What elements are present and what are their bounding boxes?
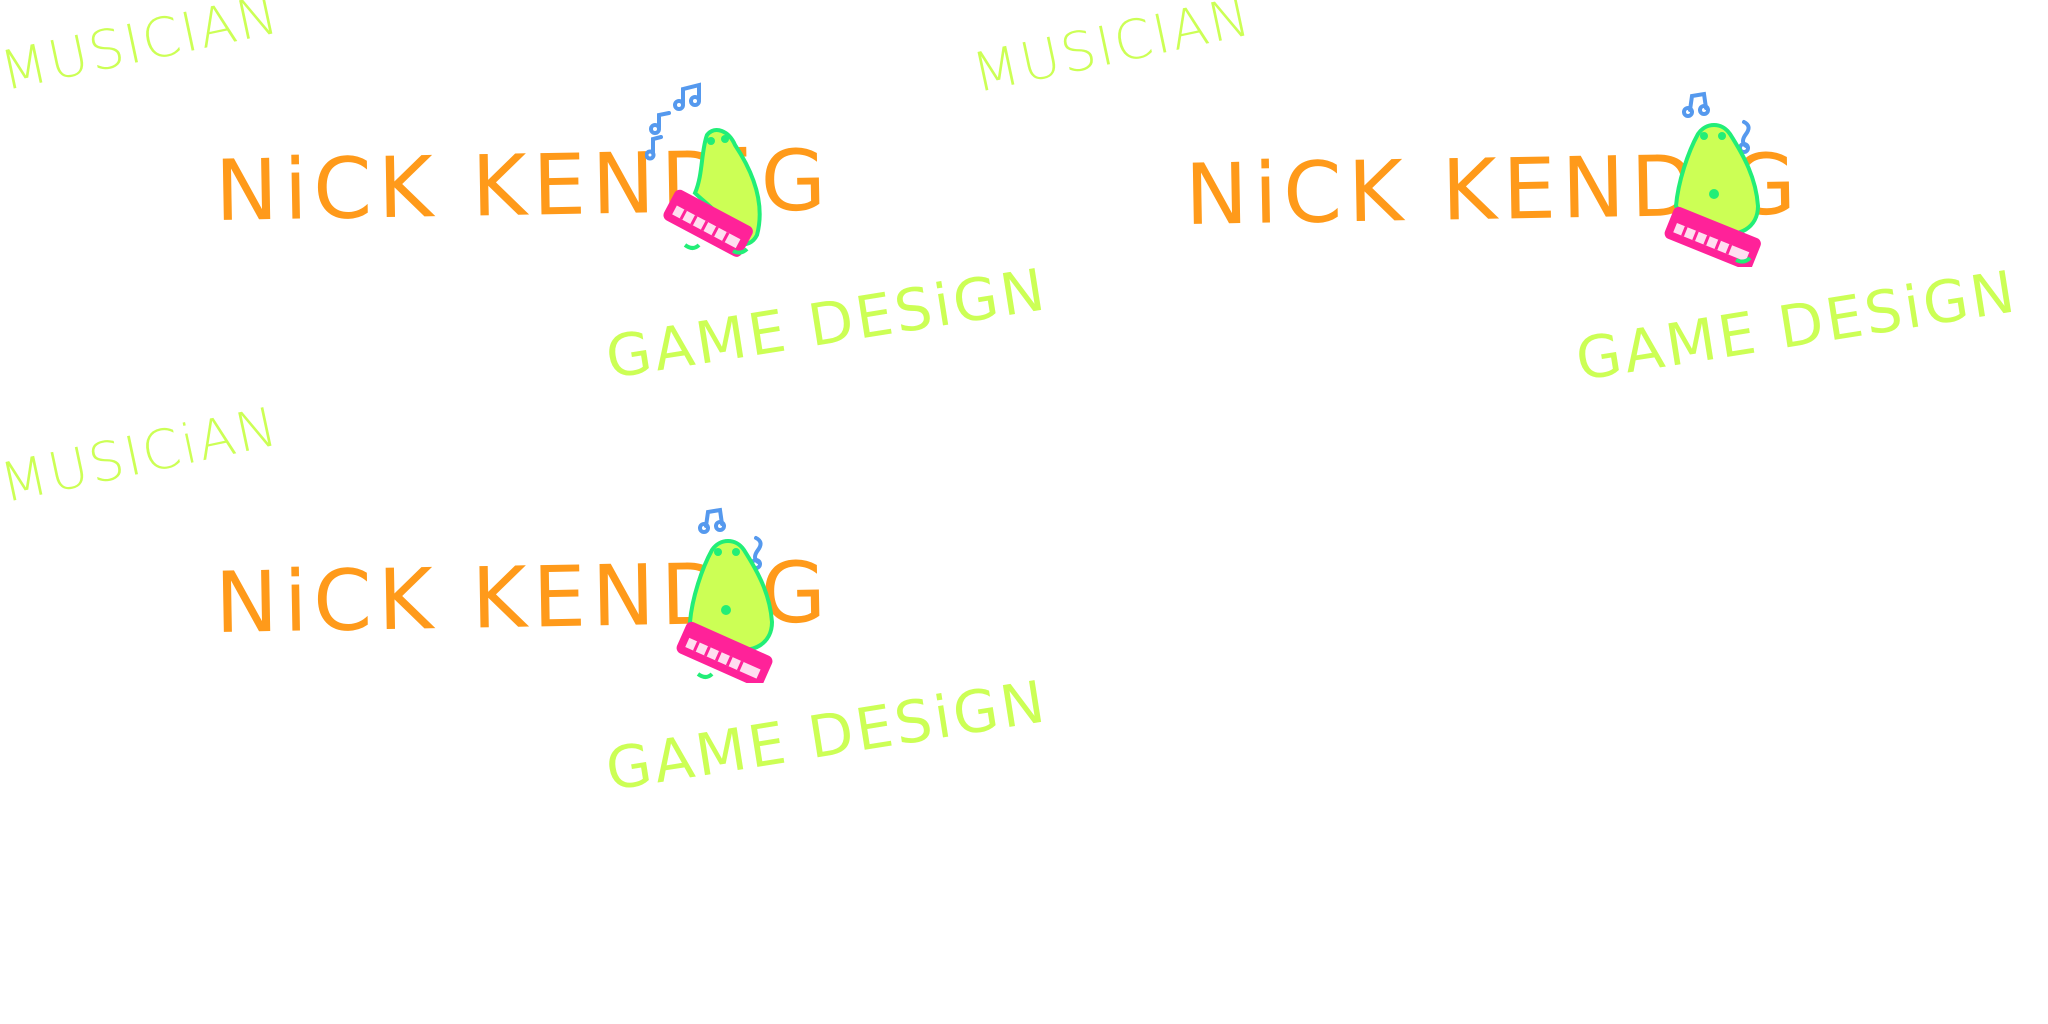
- frog-keyboard-icon: [1664, 91, 1761, 267]
- tagline-game-design: GAME DESiGN: [1571, 257, 2022, 394]
- frog-keyboard-icon: [645, 82, 762, 257]
- tagline-game-design: GAME DESiGN: [601, 667, 1052, 804]
- tagline-musician: MUSICIAN: [966, 0, 1258, 106]
- logo-variant-3: MUSICiAN NiCK KENDiG GAME DESiGN: [0, 395, 1052, 832]
- logo-variant-2: MUSICIAN NiCK KENDiG GAME DESiGN: [966, 0, 2022, 420]
- tagline-musician: MUSICiAN: [0, 394, 285, 515]
- logo-variant-1: MUSICIAN NiCK KENDiG GAME DESiGN: [0, 0, 1052, 420]
- logo-sheet: MUSICIAN NiCK KENDiG GAME DESiGN MUSICIA…: [0, 0, 2048, 1024]
- tagline-musician: MUSICIAN: [0, 0, 286, 104]
- frog-keyboard-icon: [676, 507, 775, 683]
